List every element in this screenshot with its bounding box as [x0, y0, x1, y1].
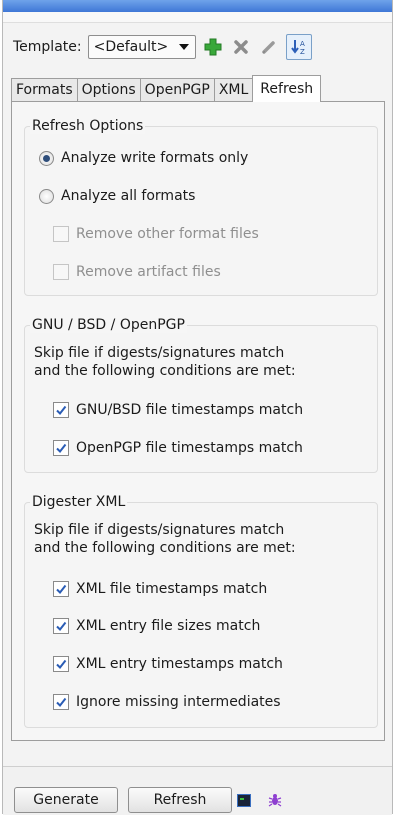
radio-analyze-write-formats[interactable]: Analyze write formats only [39, 150, 248, 166]
check-xml-file-timestamps[interactable]: XML file timestamps match [53, 581, 267, 597]
refresh-options-group: Refresh Options Analyze write formats on… [24, 118, 378, 296]
check-openpgp-timestamps[interactable]: OpenPGP file timestamps match [53, 440, 303, 456]
sort-icon[interactable]: A Z [285, 34, 312, 60]
checkbox-label: XML entry file sizes match [76, 618, 261, 634]
bottom-toolbar: Generate Refresh [3, 766, 392, 815]
checkbox-label: XML file timestamps match [76, 581, 268, 597]
title-bar [3, 0, 392, 12]
tab-formats[interactable]: Formats [11, 78, 78, 102]
tab-openpgp[interactable]: OpenPGP [139, 78, 215, 102]
checkmark-icon [56, 405, 67, 416]
description-line: Skip file if digests/signatures match [34, 345, 285, 361]
radio-button[interactable] [39, 188, 54, 204]
checkmark-icon [56, 584, 67, 595]
add-icon[interactable] [202, 36, 224, 58]
title-bar-shadow [3, 12, 392, 23]
check-remove-other-format-files[interactable]: Remove other format files [53, 226, 259, 242]
window: Template: <Default> A Z Formats Options … [2, 0, 393, 815]
check-xml-entry-file-sizes[interactable]: XML entry file sizes match [53, 618, 260, 634]
check-ignore-missing-intermediates[interactable]: Ignore missing intermediates [53, 694, 281, 710]
digester-xml-group: Digester XML Skip file if digests/signat… [24, 494, 378, 728]
checkmark-icon [56, 659, 67, 670]
edit-icon[interactable] [258, 36, 280, 58]
gnu-group-description: Skip file if digests/signatures match an… [34, 344, 296, 380]
checkbox-label: Remove other format files [76, 226, 259, 242]
template-select-value: <Default> [93, 39, 169, 55]
bug-icon[interactable] [267, 792, 283, 812]
svg-text:A: A [300, 40, 305, 48]
checkbox-label: Ignore missing intermediates [76, 694, 281, 710]
radio-dot-icon [43, 154, 50, 162]
description-line: and the following conditions are met: [34, 540, 296, 556]
refresh-options-title: Refresh Options [30, 118, 146, 134]
description-line: Skip file if digests/signatures match [34, 522, 285, 538]
template-label: Template: [13, 39, 82, 55]
description-line: and the following conditions are met: [34, 363, 296, 379]
tab-refresh[interactable]: Refresh [252, 75, 322, 102]
checkbox-checked[interactable] [53, 618, 69, 634]
svg-text:Z: Z [300, 48, 305, 56]
terminal-icon[interactable] [237, 794, 251, 811]
checkbox-label: Remove artifact files [76, 264, 221, 280]
xml-group-description: Skip file if digests/signatures match an… [34, 521, 296, 557]
refresh-tab-panel: Refresh Options Analyze write formats on… [11, 101, 385, 741]
checkbox-checked[interactable] [53, 694, 69, 710]
gnu-group-title: GNU / BSD / OpenPGP [30, 317, 187, 333]
xml-group-title: Digester XML [30, 494, 128, 510]
check-remove-artifact-files[interactable]: Remove artifact files [53, 264, 221, 280]
checkbox-unchecked[interactable] [53, 264, 69, 280]
radio-analyze-all-formats[interactable]: Analyze all formats [39, 188, 195, 204]
checkmark-icon [56, 443, 67, 454]
checkmark-icon [56, 697, 67, 708]
tab-options[interactable]: Options [76, 78, 141, 102]
gnu-bsd-openpgp-group: GNU / BSD / OpenPGP Skip file if digests… [24, 317, 378, 473]
checkbox-label: OpenPGP file timestamps match [76, 440, 303, 456]
check-gnu-bsd-timestamps[interactable]: GNU/BSD file timestamps match [53, 402, 303, 418]
checkbox-checked[interactable] [53, 402, 69, 418]
generate-button[interactable]: Generate [14, 787, 118, 813]
delete-icon[interactable] [230, 36, 252, 58]
template-select[interactable]: <Default> [87, 35, 196, 59]
tab-bar: Formats Options OpenPGP XML Refresh [11, 75, 322, 102]
radio-label: Analyze write formats only [61, 150, 249, 166]
checkbox-checked[interactable] [53, 581, 69, 597]
chevron-down-icon [178, 44, 189, 50]
checkbox-label: XML entry timestamps match [76, 656, 283, 672]
radio-label: Analyze all formats [61, 188, 196, 204]
checkbox-unchecked[interactable] [53, 226, 69, 242]
tab-xml[interactable]: XML [213, 78, 254, 102]
template-row: Template: <Default> A Z [13, 34, 312, 60]
refresh-button[interactable]: Refresh [128, 787, 232, 813]
check-xml-entry-timestamps[interactable]: XML entry timestamps match [53, 656, 283, 672]
checkbox-label: GNU/BSD file timestamps match [76, 402, 304, 418]
radio-button-selected[interactable] [39, 150, 54, 166]
checkbox-checked[interactable] [53, 440, 69, 456]
checkmark-icon [56, 621, 67, 632]
checkbox-checked[interactable] [53, 656, 69, 672]
